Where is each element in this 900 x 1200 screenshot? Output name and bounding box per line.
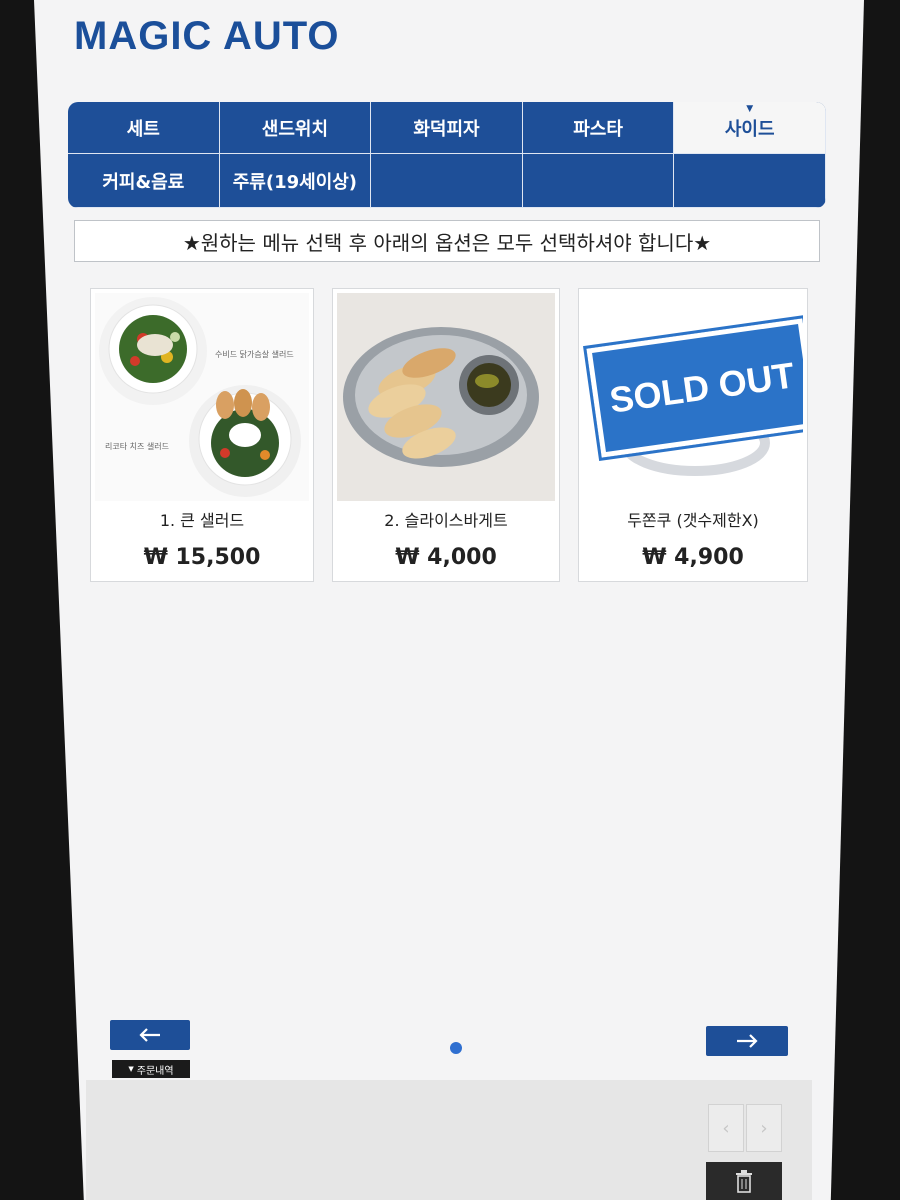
tab-empty	[371, 154, 523, 208]
image-caption: 리코타 치즈 샐러드	[105, 442, 169, 451]
caret-down-icon: ▼	[746, 104, 754, 114]
dujjonku-image: SOLD OUT	[583, 293, 803, 501]
tab-coffee-drinks[interactable]: 커피&음료	[68, 154, 220, 208]
menu-card-dujjonku[interactable]: SOLD OUT 두쫀쿠 (갯수제한X) ₩ 4,900	[578, 288, 808, 582]
tab-pizza[interactable]: 화덕피자	[371, 102, 523, 154]
tab-alcohol[interactable]: 주류(19세이상)	[219, 154, 372, 208]
menu-name: 2. 슬라이스바게트	[384, 511, 508, 530]
tab-label: 세트	[126, 118, 160, 140]
tab-label: 사이드	[724, 118, 775, 140]
menu-name: 두쫀쿠 (갯수제한X)	[627, 511, 759, 530]
category-tabs: 세트 샌드위치 화덕피자 파스타 ▼ 사이드 커피&음료 주류(19세이상)	[68, 102, 826, 208]
chevron-right-icon: ›	[760, 1117, 768, 1139]
cart-prev-button[interactable]: ‹	[708, 1104, 744, 1152]
tab-label: 커피&음료	[102, 171, 185, 193]
tab-label: 샌드위치	[261, 118, 329, 140]
page-indicator-dot	[450, 1042, 462, 1054]
tab-set[interactable]: 세트	[68, 102, 220, 154]
cart-area	[86, 1080, 812, 1200]
menu-price: ₩ 4,000	[395, 545, 497, 570]
sold-out-text: SOLD OUT	[606, 354, 797, 421]
menu-name: 1. 큰 샐러드	[159, 511, 245, 530]
chevron-left-icon: ‹	[722, 1117, 730, 1139]
next-page-button[interactable]	[706, 1026, 788, 1056]
salad-image: 수비드 닭가슴살 샐러드 리코타 치즈 샐러드	[95, 293, 309, 501]
caret-down-icon: ▼	[128, 1065, 134, 1073]
order-history-button[interactable]: ▼ 주문내역	[112, 1060, 190, 1078]
clear-cart-button[interactable]	[706, 1162, 782, 1200]
arrow-left-icon	[139, 1028, 160, 1042]
tab-pasta[interactable]: 파스타	[522, 102, 675, 154]
tab-sandwich[interactable]: 샌드위치	[219, 102, 372, 154]
tab-label: 주류(19세이상)	[232, 171, 358, 193]
trash-icon	[736, 1170, 752, 1193]
tab-label: 파스타	[573, 118, 623, 140]
baguette-image	[337, 293, 555, 501]
image-caption: 수비드 닭가슴살 샐러드	[215, 350, 294, 359]
menu-price: ₩ 15,500	[143, 545, 261, 570]
tab-side[interactable]: ▼ 사이드	[674, 102, 826, 154]
brand-logo: MAGIC AUTO	[74, 14, 340, 58]
menu-price: ₩ 4,900	[642, 545, 744, 570]
tab-label: 화덕피자	[413, 118, 480, 140]
tab-empty	[522, 154, 675, 208]
prev-page-button[interactable]	[110, 1020, 190, 1050]
notice-banner: ★원하는 메뉴 선택 후 아래의 옵션은 모두 선택하셔야 합니다★	[74, 220, 820, 262]
order-history-label: 주문내역	[136, 1065, 174, 1077]
menu-card-salad[interactable]: 수비드 닭가슴살 샐러드 리코타 치즈 샐러드 1. 큰 샐러드 ₩ 15,50…	[90, 288, 314, 582]
arrow-right-icon	[737, 1034, 758, 1048]
cart-next-button[interactable]: ›	[746, 1104, 782, 1152]
tab-empty	[674, 154, 826, 208]
menu-card-baguette[interactable]: 2. 슬라이스바게트 ₩ 4,000	[332, 288, 560, 582]
